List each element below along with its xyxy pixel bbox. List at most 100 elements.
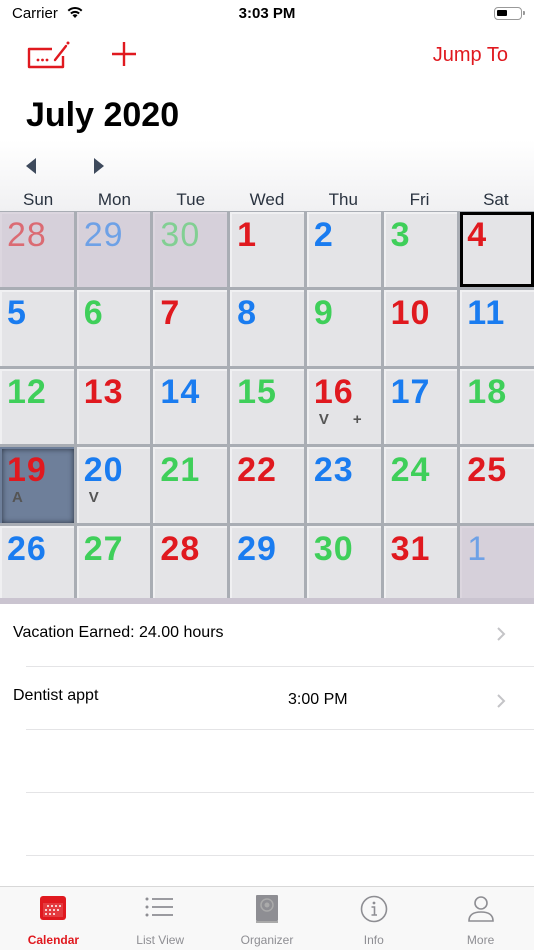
empty-row — [0, 793, 534, 855]
day-number: 18 — [467, 372, 508, 411]
day-number: 9 — [313, 294, 334, 333]
day-cell[interactable]: 2 — [306, 212, 381, 288]
day-cell[interactable]: 13 — [76, 368, 151, 445]
triangle-left-icon[interactable] — [24, 156, 38, 176]
day-number: 7 — [160, 294, 181, 333]
battery-icon — [494, 7, 525, 20]
day-cell[interactable]: 8 — [230, 290, 304, 366]
day-number: 19 — [7, 451, 47, 490]
day-cell[interactable]: 30 — [306, 525, 381, 601]
day-cell[interactable]: 17 — [383, 368, 458, 445]
day-cell[interactable]: 27 — [76, 525, 151, 601]
event-row[interactable]: Vacation Earned: 24.00 hours — [0, 604, 534, 666]
tab-list-view[interactable]: List View — [107, 887, 214, 950]
day-number: 23 — [313, 451, 354, 490]
day-number: 16 — [313, 372, 354, 411]
info-icon — [360, 895, 388, 923]
event-marker: V — [318, 410, 329, 428]
tab-organizer[interactable]: Organizer — [214, 887, 321, 950]
day-cell[interactable]: 29 — [230, 525, 304, 601]
day-cell[interactable]: 7 — [153, 290, 228, 366]
day-cell[interactable]: 3 — [383, 212, 458, 288]
day-number: 12 — [7, 372, 47, 411]
weekday-label: Mon — [97, 190, 131, 209]
empty-row — [0, 730, 534, 792]
list-icon — [145, 897, 174, 917]
day-number: 2 — [313, 216, 334, 254]
triangle-right-icon[interactable] — [92, 156, 106, 176]
day-cell[interactable]: 6 — [76, 290, 151, 366]
day-number: 15 — [237, 372, 277, 411]
tab-calendar[interactable]: Calendar — [0, 887, 107, 950]
event-marker: + — [352, 410, 362, 428]
weekday-label: Sat — [483, 190, 509, 209]
tab-label: Info — [363, 933, 384, 947]
event-time: 3:00 PM — [288, 691, 348, 708]
event-list: Vacation Earned: 24.00 hours Dentist app… — [0, 604, 534, 856]
chevron-right-icon — [497, 627, 506, 641]
calendar-grid: 28 29 30 1 2 3 4 5 6 7 8 9 10 11 12 13 14 15 16 V +17 18 19 A 20… — [0, 211, 534, 601]
event-title: Vacation Earned: 24.00 hours — [13, 624, 224, 641]
day-number: 6 — [83, 294, 104, 333]
day-number: 21 — [160, 451, 201, 490]
day-cell[interactable]: 4 — [460, 212, 534, 288]
tab-label: List View — [136, 933, 185, 947]
tab-info[interactable]: Info — [320, 887, 427, 950]
day-number: 11 — [467, 294, 506, 333]
day-cell[interactable]: 22 — [230, 447, 304, 523]
day-cell[interactable]: 10 — [383, 290, 458, 366]
day-cell[interactable]: 14 — [153, 368, 228, 445]
day-number: 8 — [237, 294, 258, 333]
day-cell[interactable]: 28 — [0, 212, 74, 288]
tab-more[interactable]: More — [427, 887, 534, 950]
day-number: 24 — [390, 451, 431, 490]
day-number: 25 — [467, 451, 508, 490]
tab-bar: Calendar List View Organizer Info More — [0, 886, 534, 950]
weekday-label: Fri — [409, 190, 430, 209]
day-cell[interactable]: 11 — [460, 290, 534, 366]
day-cell[interactable]: 15 — [230, 368, 304, 445]
day-number: 20 — [83, 451, 124, 490]
day-cell[interactable]: 30 — [153, 212, 228, 288]
day-number: 28 — [160, 529, 201, 568]
day-cell[interactable]: 29 — [76, 212, 151, 288]
day-number: 26 — [7, 529, 47, 568]
day-cell[interactable]: 1 — [460, 525, 534, 601]
calendar-icon — [40, 896, 67, 920]
weekday-label: Wed — [249, 190, 285, 209]
tab-label: Calendar — [27, 933, 80, 947]
keyboard-edit-icon[interactable] — [26, 40, 70, 70]
day-cell[interactable]: 23 — [306, 447, 381, 523]
day-cell[interactable]: 31 — [383, 525, 458, 601]
organizer-book-icon — [255, 895, 278, 923]
day-cell[interactable]: 19 A — [0, 447, 74, 523]
day-cell[interactable]: 25 — [460, 447, 534, 523]
day-cell[interactable]: 24 — [383, 447, 458, 523]
day-cell[interactable]: 1 — [230, 212, 304, 288]
day-cell[interactable]: 20 V — [76, 447, 151, 523]
day-cell[interactable]: 16 V + — [306, 368, 381, 445]
day-number: 27 — [83, 529, 124, 568]
day-cell[interactable]: 28 — [153, 525, 228, 601]
event-row[interactable]: Dentist appt 3:00 PM — [0, 667, 534, 729]
day-cell[interactable]: 26 — [0, 525, 74, 601]
day-number: 1 — [467, 529, 488, 568]
day-number: 1 — [237, 216, 258, 254]
clock: 3:03 PM — [238, 5, 296, 22]
plus-icon[interactable] — [110, 40, 138, 68]
jump-to-button[interactable]: Jump To — [433, 44, 508, 67]
day-cell[interactable]: 12 — [0, 368, 74, 445]
weekday-label: Sun — [23, 190, 54, 209]
weekday-header: Sun Mon Tue Wed Thu Fri Sat — [0, 190, 534, 212]
day-cell[interactable]: 5 — [0, 290, 74, 366]
event-marker: A — [12, 489, 23, 507]
day-cell[interactable]: 21 — [153, 447, 228, 523]
day-number: 31 — [390, 529, 431, 568]
day-number: 13 — [83, 372, 124, 411]
weekday-label: Tue — [176, 190, 206, 209]
event-title: Dentist appt — [13, 687, 99, 704]
day-number: 30 — [313, 529, 354, 568]
day-cell[interactable]: 9 — [306, 290, 381, 366]
day-cell[interactable]: 18 — [460, 368, 534, 445]
day-number: 17 — [390, 372, 431, 411]
